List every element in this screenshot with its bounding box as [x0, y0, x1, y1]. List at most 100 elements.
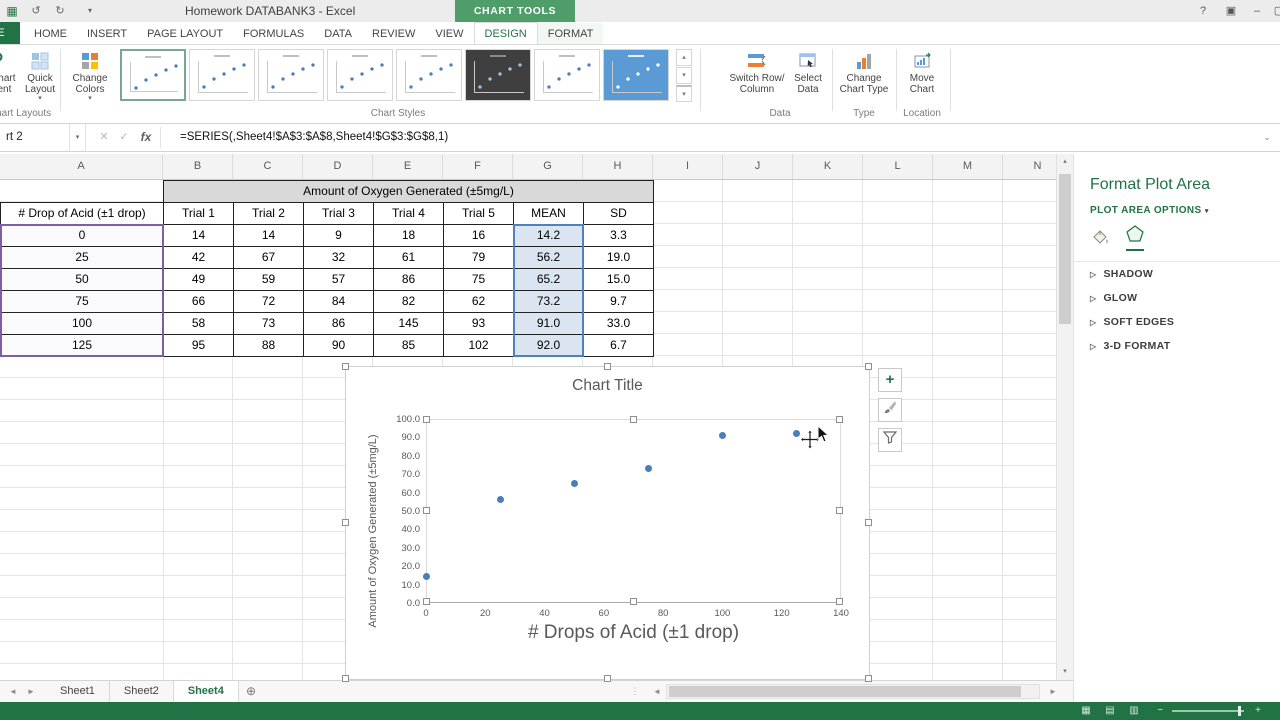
data-point[interactable]: [570, 479, 578, 487]
chart-selection-handle[interactable]: [342, 363, 349, 370]
chart-selection-handle[interactable]: [603, 675, 611, 682]
data-cell[interactable]: 93: [443, 312, 514, 335]
maximize-icon[interactable]: ▢: [1268, 0, 1280, 22]
plot-area[interactable]: [423, 416, 843, 605]
tab-view[interactable]: VIEW: [425, 23, 473, 44]
tab-home[interactable]: HOME: [24, 23, 77, 44]
table-header-cell[interactable]: Trial 4: [373, 202, 444, 225]
data-cell[interactable]: 102: [443, 334, 514, 357]
plot-area-selection-handle[interactable]: [423, 507, 430, 514]
data-cell[interactable]: 82: [373, 290, 444, 313]
plot-area-selection-handle[interactable]: [629, 416, 637, 423]
tab-file[interactable]: FILE: [0, 22, 20, 44]
data-cell[interactable]: 16: [443, 224, 514, 247]
data-cell[interactable]: 67: [233, 246, 304, 269]
chart-selection-handle[interactable]: [342, 675, 349, 682]
plot-area-selection-handle[interactable]: [836, 507, 843, 514]
sheet-tab-sheet4[interactable]: Sheet4: [173, 681, 239, 702]
chart-style-tile-7[interactable]: [534, 49, 600, 101]
data-cell[interactable]: 79: [443, 246, 514, 269]
tab-design[interactable]: DESIGN: [473, 22, 538, 44]
data-cell[interactable]: 19.0: [583, 246, 654, 269]
table-header-cell[interactable]: Trial 3: [303, 202, 374, 225]
cancel-icon[interactable]: ✕: [94, 124, 114, 151]
tab-page-layout[interactable]: PAGE LAYOUT: [137, 23, 233, 44]
data-cell[interactable]: 66: [163, 290, 234, 313]
plot-area-selection-handle[interactable]: [423, 598, 430, 605]
data-cell[interactable]: 14: [233, 224, 304, 247]
sheet-tab-sheet2[interactable]: Sheet2: [110, 681, 174, 702]
data-cell[interactable]: 84: [303, 290, 374, 313]
change-colors-button[interactable]: Change Colors ▾: [64, 48, 116, 108]
data-cell[interactable]: 33.0: [583, 312, 654, 335]
chart-selection-handle[interactable]: [342, 519, 349, 526]
table-header-cell[interactable]: Trial 2: [233, 202, 304, 225]
horizontal-scrollbar[interactable]: [666, 684, 1040, 699]
column-header-H[interactable]: H: [583, 154, 653, 179]
data-cell[interactable]: 32: [303, 246, 374, 269]
merged-title-cell[interactable]: Amount of Oxygen Generated (±5mg/L): [163, 180, 654, 203]
chart-style-button[interactable]: [878, 398, 902, 422]
chart-object[interactable]: Chart Title Amount of Oxygen Generated (…: [342, 363, 872, 682]
column-header-M[interactable]: M: [933, 154, 1003, 179]
tab-formulas[interactable]: FORMULAS: [233, 23, 314, 44]
chart-elements-button[interactable]: +: [878, 368, 902, 392]
switch-row-column-button[interactable]: Switch Row/ Column: [728, 48, 786, 108]
data-cell[interactable]: 50: [0, 268, 164, 291]
tab-format[interactable]: FORMAT: [537, 23, 604, 44]
gallery-scroll-down-icon[interactable]: ▾: [676, 67, 692, 84]
data-cell[interactable]: 90: [303, 334, 374, 357]
data-cell[interactable]: 56.2: [513, 246, 584, 269]
table-header-cell[interactable]: MEAN: [513, 202, 584, 225]
data-cell[interactable]: 65.2: [513, 268, 584, 291]
gallery-more-icon[interactable]: ▾: [676, 85, 692, 102]
data-point[interactable]: [644, 464, 652, 472]
effects-icon[interactable]: [1126, 225, 1144, 251]
chart-selection-handle[interactable]: [865, 675, 872, 682]
data-cell[interactable]: 18: [373, 224, 444, 247]
chart-selection-handle[interactable]: [865, 363, 872, 370]
gallery-scroll-up-icon[interactable]: ▴: [676, 49, 692, 66]
data-cell[interactable]: 25: [0, 246, 164, 269]
data-cell[interactable]: 75: [443, 268, 514, 291]
data-cell[interactable]: 59: [233, 268, 304, 291]
x-axis-title[interactable]: # Drops of Acid (±1 drop): [426, 622, 841, 644]
data-cell[interactable]: 91.0: [513, 312, 584, 335]
column-header-E[interactable]: E: [373, 154, 443, 179]
chart-title[interactable]: Chart Title: [346, 377, 869, 395]
redo-icon[interactable]: ↻: [50, 0, 70, 22]
ribbon-display-options-icon[interactable]: ▣: [1220, 0, 1242, 22]
data-cell[interactable]: 15.0: [583, 268, 654, 291]
column-header-C[interactable]: C: [233, 154, 303, 179]
plot-area-selection-handle[interactable]: [836, 598, 843, 605]
data-cell[interactable]: 86: [373, 268, 444, 291]
zoom-in-icon[interactable]: +: [1248, 702, 1268, 720]
chart-selection-handle[interactable]: [865, 519, 872, 526]
chart-filters-button[interactable]: [878, 428, 902, 452]
data-cell[interactable]: 3.3: [583, 224, 654, 247]
data-cell[interactable]: 6.7: [583, 334, 654, 357]
tab-insert[interactable]: INSERT: [77, 23, 137, 44]
insert-function-icon[interactable]: fx: [136, 124, 156, 151]
column-header-I[interactable]: I: [653, 154, 723, 179]
panel-section-shadow[interactable]: ▷ SHADOW: [1074, 262, 1280, 286]
data-cell[interactable]: 9: [303, 224, 374, 247]
tab-splitter-icon[interactable]: ⋮: [630, 681, 640, 702]
data-cell[interactable]: 58: [163, 312, 234, 335]
data-point[interactable]: [718, 432, 726, 440]
change-chart-type-button[interactable]: Change Chart Type: [836, 48, 892, 108]
data-cell[interactable]: 57: [303, 268, 374, 291]
data-cell[interactable]: 61: [373, 246, 444, 269]
data-cell[interactable]: 42: [163, 246, 234, 269]
data-cell[interactable]: 14.2: [513, 224, 584, 247]
data-cell[interactable]: 75: [0, 290, 164, 313]
panel-section-3-d-format[interactable]: ▷ 3-D FORMAT: [1074, 334, 1280, 358]
chart-style-tile-6[interactable]: [465, 49, 531, 101]
data-cell[interactable]: 86: [303, 312, 374, 335]
zoom-out-icon[interactable]: −: [1150, 702, 1170, 720]
quick-layout-button[interactable]: Quick Layout ▾: [18, 48, 62, 108]
chart-style-tile-4[interactable]: [327, 49, 393, 101]
data-cell[interactable]: 88: [233, 334, 304, 357]
panel-section-glow[interactable]: ▷ GLOW: [1074, 286, 1280, 310]
zoom-slider-thumb[interactable]: [1238, 706, 1241, 716]
